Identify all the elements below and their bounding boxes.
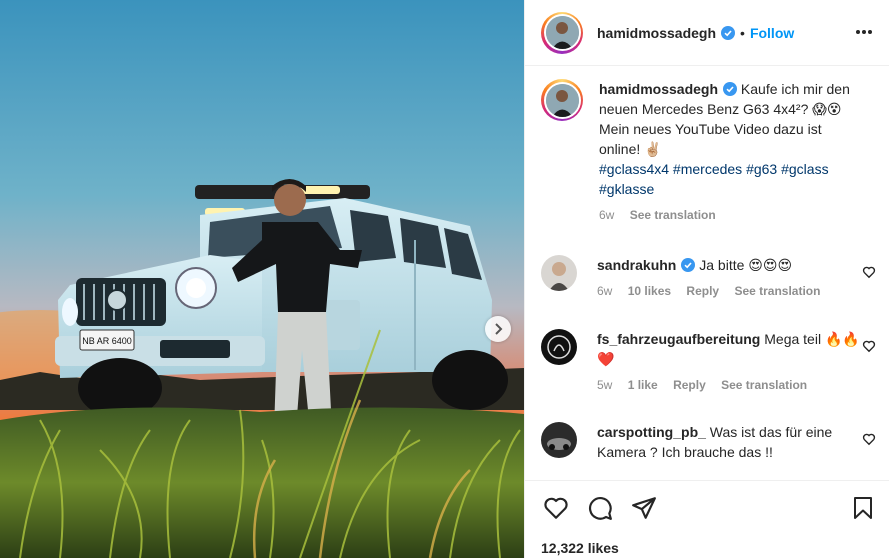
heart-icon[interactable] (862, 432, 876, 446)
reply-button[interactable]: Reply (686, 284, 719, 298)
chevron-right-icon (495, 323, 503, 335)
heart-icon[interactable] (543, 495, 569, 521)
caption-username[interactable]: hamidmossadegh (599, 81, 718, 97)
verified-badge-icon (721, 25, 736, 40)
comment-age[interactable]: 6w (597, 284, 612, 298)
commenter-avatar[interactable] (541, 255, 577, 291)
comment-likes[interactable]: 10 likes (628, 284, 671, 298)
comment-item: carspotting_pb_ Was ist das für eine Kam… (541, 422, 876, 462)
caption-avatar[interactable] (541, 79, 583, 121)
comment-username[interactable]: sandrakuhn (597, 257, 676, 273)
post-header: hamidmossadegh • Follow (525, 0, 889, 66)
comment-item: sandrakuhn Ja bitte 😍😍😍 6w 10 likes Repl… (541, 255, 876, 299)
commenter-avatar[interactable] (541, 422, 577, 458)
separator-dot: • (740, 24, 745, 41)
bookmark-icon[interactable] (851, 495, 875, 521)
caption-row: hamidmossadegh Kaufe ich mir den neuen M… (541, 79, 876, 223)
see-translation-link[interactable]: See translation (721, 378, 807, 392)
comment-text: Ja bitte 😍😍😍 (699, 257, 793, 273)
see-translation-link[interactable]: See translation (630, 208, 716, 222)
follow-button[interactable]: Follow (750, 25, 794, 41)
more-options-icon[interactable] (854, 22, 874, 42)
comment-likes[interactable]: 1 like (628, 378, 658, 392)
post-photo[interactable]: NB AR 6400 (0, 0, 524, 558)
see-translation-link[interactable]: See translation (734, 284, 820, 298)
comment-icon[interactable] (587, 495, 613, 521)
action-bar (525, 480, 889, 532)
paper-plane-icon[interactable] (631, 495, 657, 521)
caption-hashtags[interactable]: #gclass4x4 #mercedes #g63 #gclass #gklas… (599, 159, 864, 199)
likes-count[interactable]: 12,322 likes (541, 540, 619, 556)
reply-button[interactable]: Reply (673, 378, 706, 392)
comment-username[interactable]: fs_fahrzeugaufbereitung (597, 331, 760, 347)
verified-badge-icon (681, 258, 696, 272)
verified-badge-icon (723, 82, 738, 96)
comment-username[interactable]: carspotting_pb_ (597, 424, 706, 440)
post-sidebar: hamidmossadegh • Follow hamidmossadegh K… (524, 0, 889, 558)
comments-section: hamidmossadegh Kaufe ich mir den neuen M… (525, 67, 889, 479)
caption-age[interactable]: 6w (599, 208, 614, 222)
next-photo-button[interactable] (485, 316, 511, 342)
avatar[interactable] (541, 11, 583, 54)
comment-age[interactable]: 5w (597, 378, 612, 392)
heart-icon[interactable] (862, 339, 876, 353)
commenter-avatar[interactable] (541, 329, 577, 365)
heart-icon[interactable] (862, 265, 876, 279)
comment-item: fs_fahrzeugaufbereitung Mega teil 🔥🔥❤️ 5… (541, 329, 876, 393)
license-plate: NB AR 6400 (82, 336, 132, 346)
post-username[interactable]: hamidmossadegh (597, 25, 716, 41)
